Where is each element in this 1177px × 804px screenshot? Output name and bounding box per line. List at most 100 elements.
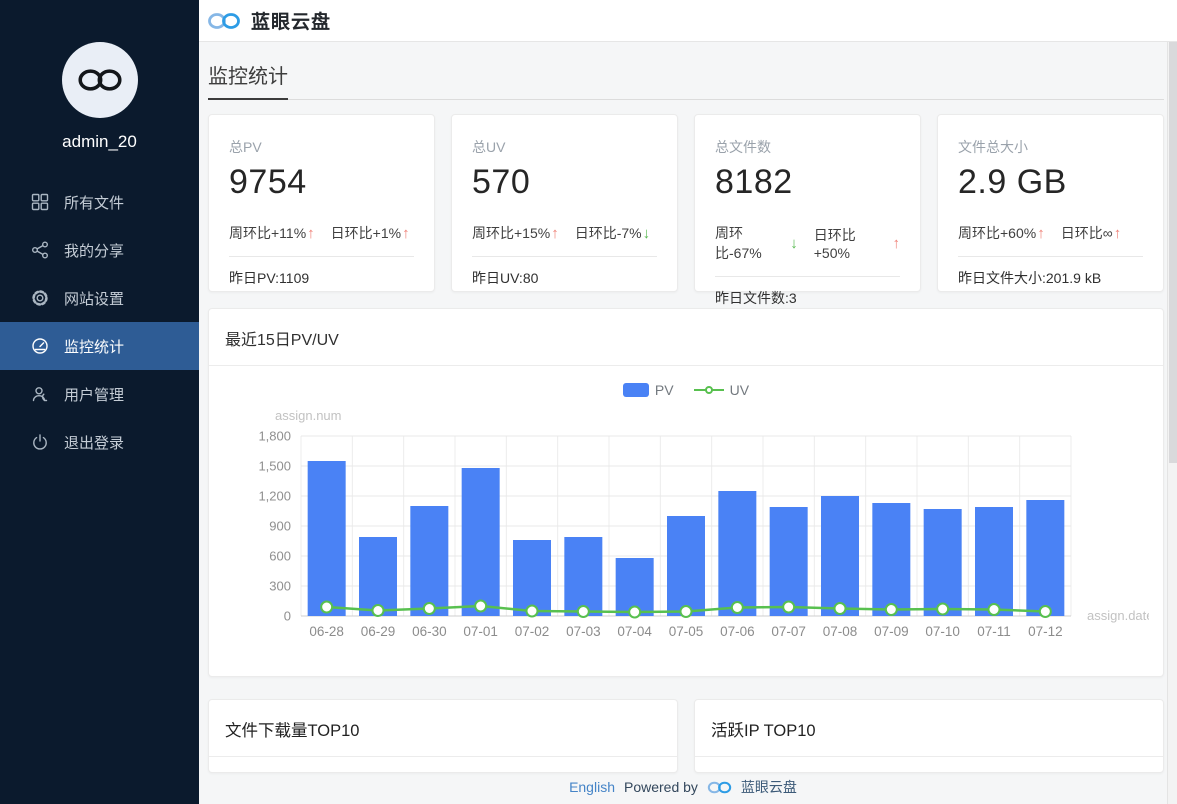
footer-logo-icon <box>707 779 732 796</box>
y-tick-label: 900 <box>269 519 291 534</box>
y-axis-name: assign.num <box>275 408 341 423</box>
sidebar-item-label: 用户管理 <box>64 384 124 405</box>
main-content: 监控统计 总PV 9754 周环比+11%↑ 日环比+1%↑ 昨日PV:1109… <box>199 42 1167 804</box>
sidebar-item-label: 网站设置 <box>64 288 124 309</box>
trend-week: 周环比-67%↓ <box>715 223 798 263</box>
y-tick-label: 600 <box>269 549 291 564</box>
scrollbar-thumb[interactable] <box>1169 42 1177 463</box>
sidebar-menu: 所有文件 我的分享 网站设置 监控统计 用户管理 <box>0 178 199 466</box>
sidebar-item-label: 监控统计 <box>64 336 124 357</box>
y-tick-label: 1,200 <box>258 489 291 504</box>
stat-value: 570 <box>472 163 657 202</box>
x-tick-label: 07-10 <box>925 624 960 639</box>
share-icon <box>30 241 49 260</box>
pv-bar <box>462 468 500 616</box>
page-title: 监控统计 <box>208 60 288 100</box>
stat-value: 9754 <box>229 163 414 202</box>
trend-day: 日环比∞↑ <box>1061 223 1121 243</box>
trend-week: 周环比+15%↑ <box>472 223 559 243</box>
trend-day: 日环比-7%↓ <box>575 223 650 243</box>
x-tick-label: 07-07 <box>771 624 806 639</box>
legend-label: UV <box>730 382 749 398</box>
stats-row: 总PV 9754 周环比+11%↑ 日环比+1%↑ 昨日PV:1109 总UV … <box>208 114 1164 292</box>
stat-footer: 昨日文件大小:201.9 kB <box>958 257 1143 299</box>
powered-by-text: Powered by <box>624 779 698 795</box>
stat-card-uv: 总UV 570 周环比+15%↑ 日环比-7%↓ 昨日UV:80 <box>451 114 678 292</box>
chart-card-title: 最近15日PV/UV <box>209 309 1163 366</box>
pv-bar <box>821 496 859 616</box>
uv-point <box>835 603 846 614</box>
x-tick-label: 07-04 <box>617 624 652 639</box>
pv-bar <box>924 509 962 616</box>
sidebar-item-user-management[interactable]: 用户管理 <box>0 370 199 418</box>
sidebar-item-monitoring[interactable]: 监控统计 <box>0 322 199 370</box>
trend-day: 日环比+50%↑ <box>814 225 900 261</box>
sidebar-item-logout[interactable]: 退出登录 <box>0 418 199 466</box>
pv-bar <box>308 461 346 616</box>
vertical-scrollbar[interactable] <box>1167 42 1177 804</box>
trend-arrow-icon: ↑ <box>893 235 901 252</box>
stat-footer: 昨日UV:80 <box>472 257 657 299</box>
card-title: 活跃IP TOP10 <box>695 700 1163 757</box>
trend-week: 周环比+60%↑ <box>958 223 1045 243</box>
x-tick-label: 07-11 <box>977 624 1011 639</box>
x-tick-label: 06-29 <box>361 624 396 639</box>
top-header: 蓝眼云盘 <box>199 0 1177 42</box>
uv-point <box>783 602 794 613</box>
trend-arrow-icon: ↑ <box>1037 225 1045 242</box>
chart-legend: PV UV <box>209 382 1163 398</box>
power-icon <box>30 433 49 452</box>
trend-arrow-icon: ↑ <box>551 225 559 242</box>
bottom-cards-row: 文件下载量TOP10 活跃IP TOP10 <box>208 699 1164 773</box>
x-tick-label: 07-03 <box>566 624 601 639</box>
infinity-logo-icon <box>76 65 124 95</box>
footer-brand-text[interactable]: 蓝眼云盘 <box>741 777 797 797</box>
stat-footer: 昨日文件数:3 <box>715 277 900 319</box>
pv-bar <box>872 503 910 616</box>
pv-bar <box>770 507 808 616</box>
stat-value: 2.9 GB <box>958 163 1143 202</box>
x-tick-label: 07-06 <box>720 624 755 639</box>
legend-pv[interactable]: PV <box>623 382 674 398</box>
legend-line-swatch <box>694 384 724 397</box>
card-title: 文件下载量TOP10 <box>209 700 677 757</box>
download-top10-card: 文件下载量TOP10 <box>208 699 678 773</box>
stat-footer: 昨日PV:1109 <box>229 257 414 299</box>
uv-point <box>989 604 1000 615</box>
sidebar-item-site-settings[interactable]: 网站设置 <box>0 274 199 322</box>
sidebar-item-label: 所有文件 <box>64 192 124 213</box>
trend-arrow-icon: ↑ <box>307 225 315 242</box>
language-link[interactable]: English <box>569 779 615 795</box>
uv-point <box>681 606 692 617</box>
app-title: 蓝眼云盘 <box>251 7 331 34</box>
brand-logo-icon <box>207 10 241 32</box>
uv-point <box>629 607 640 618</box>
uv-point <box>475 601 486 612</box>
sidebar-item-my-shares[interactable]: 我的分享 <box>0 226 199 274</box>
trend-arrow-icon: ↓ <box>643 225 651 242</box>
username: admin_20 <box>0 132 199 152</box>
uv-point <box>886 604 897 615</box>
stat-label: 总文件数 <box>715 137 900 157</box>
x-tick-label: 07-02 <box>515 624 550 639</box>
uv-point <box>373 605 384 616</box>
footer: English Powered by 蓝眼云盘 <box>199 777 1167 797</box>
dashboard-icon <box>30 337 49 356</box>
y-tick-label: 1,500 <box>258 459 291 474</box>
x-tick-label: 07-12 <box>1028 624 1063 639</box>
x-tick-label: 06-28 <box>309 624 344 639</box>
uv-point <box>732 602 743 613</box>
grid-icon <box>30 193 49 212</box>
uv-point <box>527 606 538 617</box>
stat-card-file-count: 总文件数 8182 周环比-67%↓ 日环比+50%↑ 昨日文件数:3 <box>694 114 921 292</box>
sidebar-item-all-files[interactable]: 所有文件 <box>0 178 199 226</box>
uv-point <box>937 604 948 615</box>
stat-card-pv: 总PV 9754 周环比+11%↑ 日环比+1%↑ 昨日PV:1109 <box>208 114 435 292</box>
legend-uv[interactable]: UV <box>694 382 749 398</box>
trend-arrow-icon: ↓ <box>790 235 798 252</box>
sidebar: admin_20 所有文件 我的分享 网站设置 监控统计 <box>0 0 199 804</box>
x-tick-label: 07-08 <box>823 624 858 639</box>
stat-label: 总PV <box>229 137 414 157</box>
heading-underline: 监控统计 <box>208 60 1164 100</box>
trend-day: 日环比+1%↑ <box>331 223 410 243</box>
